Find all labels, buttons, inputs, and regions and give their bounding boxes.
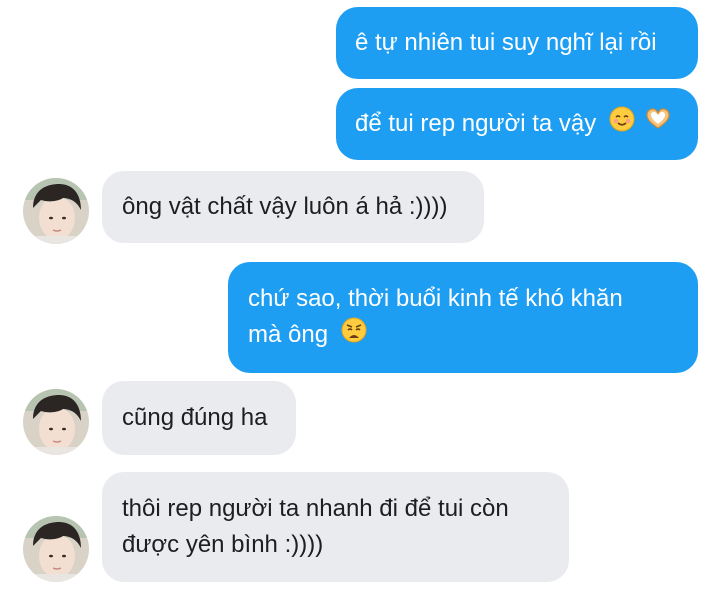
message-text-line: chứ sao, thời buổi kinh tế khó khăn (248, 285, 623, 312)
message-text-line: thôi rep người ta nhanh đi để tui còn (122, 495, 509, 522)
contact-avatar[interactable] (23, 178, 89, 244)
message-text: mà ông (248, 321, 329, 348)
contact-avatar[interactable] (23, 516, 89, 582)
sent-message[interactable]: để tui rep người ta vậy (336, 88, 698, 160)
heart-hands-icon (644, 106, 672, 143)
weary-face-icon (341, 317, 367, 354)
message-text-line: được yên bình :)))) (122, 531, 324, 558)
sent-message[interactable]: chứ sao, thời buổi kinh tế khó khăn mà ô… (228, 262, 698, 373)
message-text: cũng đúng ha (122, 404, 268, 431)
received-message[interactable]: ông vật chất vậy luôn á hả :)))) (102, 171, 484, 243)
contact-avatar[interactable] (23, 389, 89, 455)
smiling-face-icon (609, 106, 635, 143)
message-text: để tui rep người ta vậy (355, 110, 597, 137)
sent-message[interactable]: ê tự nhiên tui suy nghĩ lại rồi (336, 7, 698, 79)
received-message[interactable]: thôi rep người ta nhanh đi để tui còn đư… (102, 472, 569, 582)
message-text-line: mà ông (248, 317, 698, 354)
message-text: ông vật chất vậy luôn á hả :)))) (122, 193, 448, 220)
received-message[interactable]: cũng đúng ha (102, 381, 296, 455)
message-text: ê tự nhiên tui suy nghĩ lại rồi (355, 29, 657, 56)
